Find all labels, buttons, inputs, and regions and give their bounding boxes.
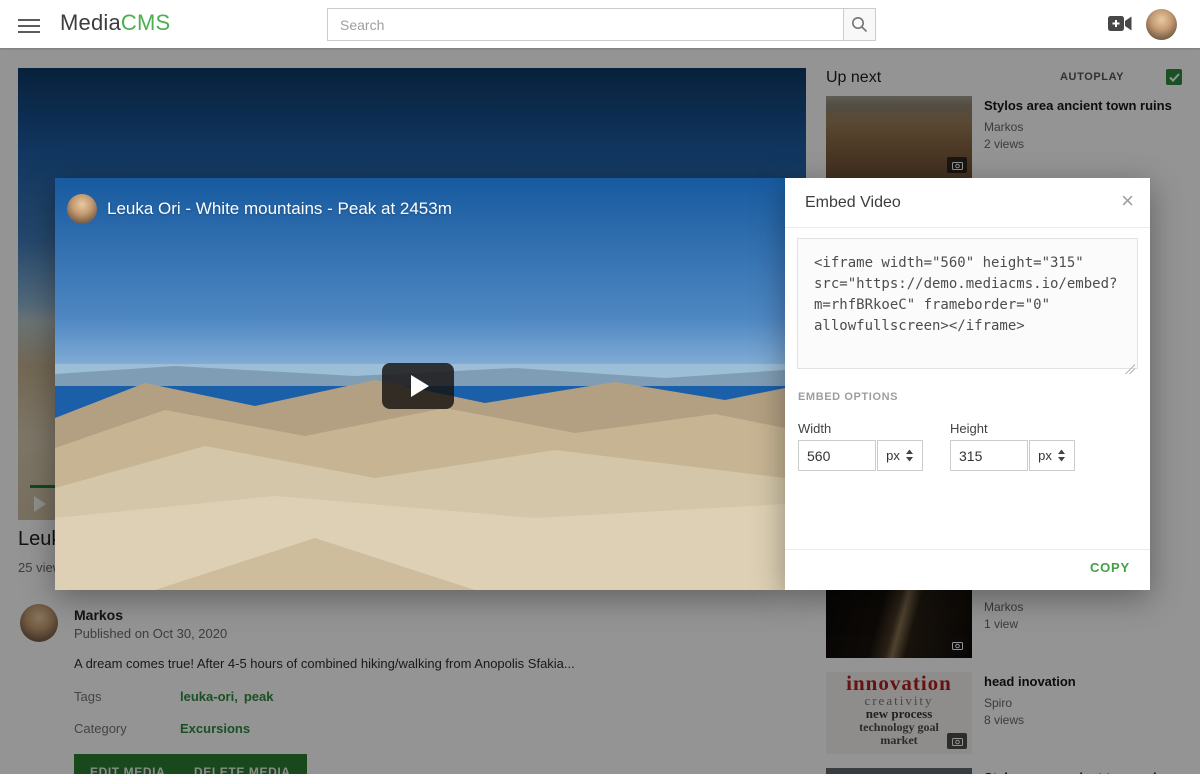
modal-divider: [785, 227, 1150, 228]
height-label: Height: [950, 421, 988, 436]
width-label: Width: [798, 421, 831, 436]
lightbox-title-row: Leuka Ori - White mountains - Peak at 24…: [67, 194, 452, 224]
video-lightbox[interactable]: Leuka Ori - White mountains - Peak at 24…: [55, 178, 785, 590]
lightbox-video-title: Leuka Ori - White mountains - Peak at 24…: [107, 199, 452, 219]
play-icon: [411, 375, 429, 397]
modal-title: Embed Video: [805, 194, 901, 212]
height-unit-value: px: [1038, 448, 1052, 463]
width-unit-value: px: [886, 448, 900, 463]
embed-options-label: EMBED OPTIONS: [798, 391, 898, 403]
upload-video-icon[interactable]: [1108, 15, 1132, 37]
top-navbar: MediaCMS: [0, 0, 1200, 48]
close-icon[interactable]: ×: [1121, 190, 1134, 212]
site-logo[interactable]: MediaCMS: [60, 10, 170, 36]
stepper-arrows-icon: [1057, 449, 1066, 462]
width-unit-select[interactable]: px: [877, 440, 923, 471]
user-avatar[interactable]: [1146, 9, 1177, 40]
embed-code-textarea[interactable]: <iframe width="560" height="315" src="ht…: [797, 238, 1138, 369]
embed-video-modal: Embed Video × <iframe width="560" height…: [785, 178, 1150, 590]
mediacms-page: Leuka Ori - White mountains - Peak at 24…: [0, 0, 1200, 774]
modal-divider: [785, 549, 1150, 550]
stepper-arrows-icon: [905, 449, 914, 462]
search-icon: [851, 16, 868, 33]
logo-text-cms: CMS: [121, 10, 171, 35]
copy-button[interactable]: COPY: [1090, 560, 1130, 575]
play-button[interactable]: [382, 363, 454, 409]
height-unit-select[interactable]: px: [1029, 440, 1075, 471]
uploader-avatar[interactable]: [67, 194, 97, 224]
search-button[interactable]: [843, 8, 876, 41]
search-input[interactable]: [327, 8, 843, 41]
search-form: [327, 8, 876, 41]
height-input[interactable]: [950, 440, 1028, 471]
logo-text-media: Media: [60, 10, 121, 35]
resize-handle[interactable]: [1125, 364, 1135, 374]
width-input[interactable]: [798, 440, 876, 471]
menu-icon[interactable]: [18, 15, 40, 33]
